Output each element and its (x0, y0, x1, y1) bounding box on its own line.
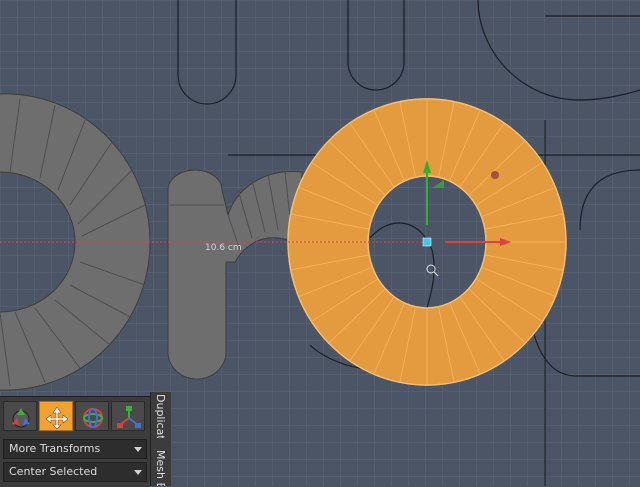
tab-duplicate[interactable]: Duplicate (154, 394, 167, 438)
scale-tool-button[interactable] (111, 401, 145, 431)
move-tool-button[interactable] (39, 401, 73, 431)
chevron-down-icon (134, 470, 142, 475)
measurement-label: 10.6 cm (205, 243, 242, 253)
rotate-handle-dot[interactable] (491, 171, 499, 179)
transform-tool-button[interactable] (3, 401, 37, 431)
more-transforms-dropdown[interactable]: More Transforms (3, 439, 147, 459)
transform-icon (12, 408, 30, 428)
scale-icon (117, 406, 141, 428)
tab-mesh-edit[interactable]: Mesh E (154, 450, 167, 486)
side-tabs: Duplicate Mesh E (150, 392, 171, 486)
move-icon (45, 406, 69, 430)
more-transforms-label: More Transforms (9, 442, 101, 455)
chevron-down-icon (134, 447, 142, 452)
center-selected-label: Center Selected (9, 465, 98, 478)
center-selected-dropdown[interactable]: Center Selected (3, 462, 147, 482)
rotate-tool-button[interactable] (75, 401, 109, 431)
rotate-icon (83, 408, 103, 428)
center-handle[interactable] (422, 237, 432, 247)
tool-palette: More Transforms Center Selected (0, 396, 150, 487)
